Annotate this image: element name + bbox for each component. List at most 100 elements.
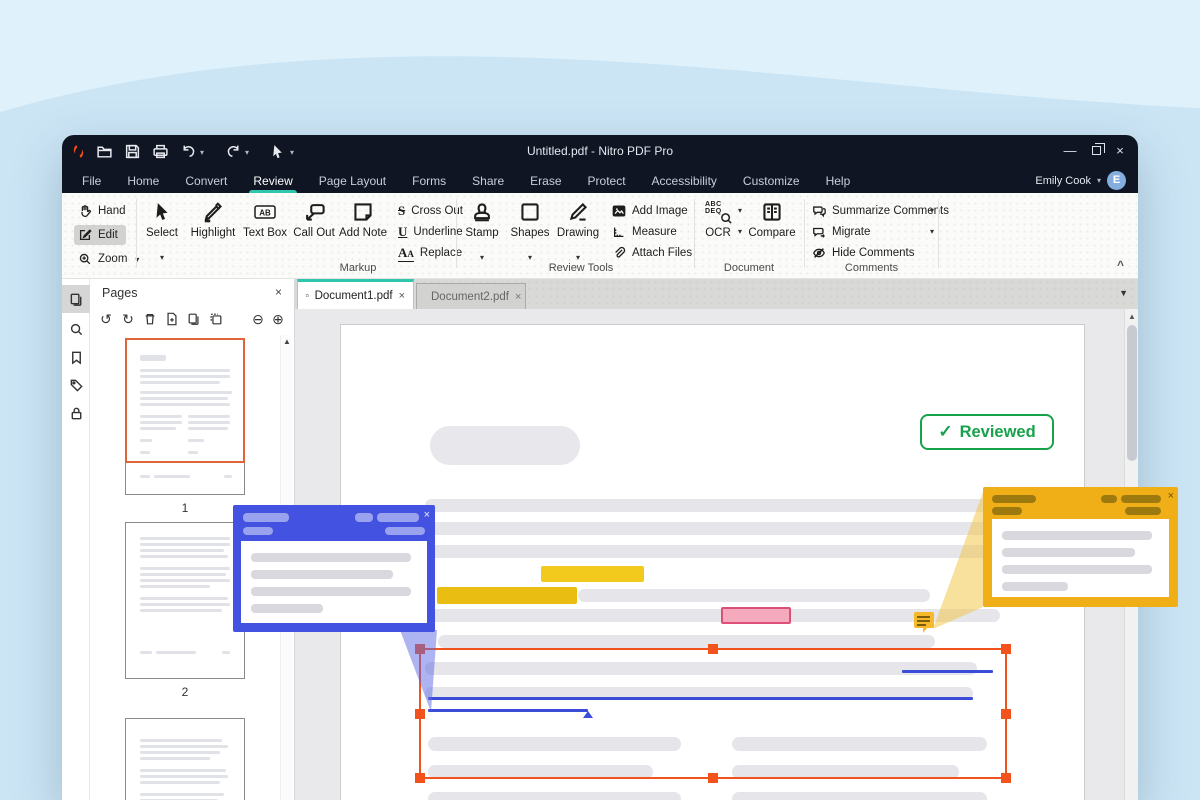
- page-thumbnail-2[interactable]: [125, 522, 245, 679]
- summarize-dropdown-caret[interactable]: ▾: [930, 206, 934, 215]
- highlight-annotation[interactable]: [437, 587, 577, 604]
- hand-tool-button[interactable]: Hand: [74, 201, 134, 221]
- drawing-dropdown-caret[interactable]: ▾: [550, 253, 606, 262]
- selection-handle-se[interactable]: [1001, 773, 1011, 783]
- selection-handle-n[interactable]: [708, 644, 718, 654]
- rotate-ccw-icon[interactable]: ↺: [98, 311, 114, 327]
- tab-document1-close-icon[interactable]: ×: [399, 290, 405, 302]
- popup-close-icon[interactable]: ×: [424, 509, 430, 521]
- menu-forms[interactable]: Forms: [412, 174, 446, 188]
- annotation-selection-box[interactable]: [419, 648, 1007, 779]
- pages-panel-close-icon[interactable]: ×: [275, 285, 282, 299]
- edit-tool-button[interactable]: Edit: [74, 225, 126, 245]
- scroll-up-arrow-icon[interactable]: ▲: [281, 337, 293, 346]
- ribbon-collapse-button[interactable]: ^: [1117, 258, 1124, 272]
- sticky-note-icon[interactable]: [913, 612, 935, 633]
- pages-panel-title: Pages: [102, 286, 137, 300]
- tab-document2-close-icon[interactable]: ×: [515, 291, 521, 303]
- hide-comments-button[interactable]: Hide Comments: [812, 245, 914, 261]
- migrate-dropdown-caret[interactable]: ▾: [930, 227, 934, 236]
- copy-page-icon[interactable]: [186, 311, 202, 327]
- menu-page-layout[interactable]: Page Layout: [319, 174, 386, 188]
- popup-body[interactable]: [241, 541, 427, 623]
- menu-share[interactable]: Share: [472, 174, 504, 188]
- tab-document2-label: Document2.pdf: [431, 291, 509, 303]
- security-panel-button[interactable]: [62, 399, 90, 427]
- replace-button[interactable]: AA Replace: [398, 245, 462, 261]
- hide-comments-label: Hide Comments: [832, 247, 914, 259]
- popup-text-placeholder: [251, 604, 323, 613]
- menu-convert[interactable]: Convert: [185, 174, 227, 188]
- ribbon-divider: [804, 199, 805, 268]
- thumb-line: [140, 769, 226, 772]
- comment-popup-blue[interactable]: ×: [233, 505, 435, 632]
- selection-handle-e[interactable]: [1001, 709, 1011, 719]
- page-thumbnail-3[interactable]: [125, 718, 245, 800]
- restore-button[interactable]: [1084, 141, 1108, 161]
- menu-erase[interactable]: Erase: [530, 174, 561, 188]
- close-button[interactable]: ×: [1108, 141, 1132, 161]
- minimize-button[interactable]: —: [1058, 141, 1082, 161]
- popup-close-icon[interactable]: ×: [1168, 490, 1174, 502]
- zoom-out-thumbnails-icon[interactable]: ⊖: [250, 311, 266, 327]
- measure-button[interactable]: Measure: [612, 224, 677, 240]
- avatar[interactable]: E: [1107, 171, 1126, 190]
- menu-review[interactable]: Review: [253, 174, 292, 188]
- user-dropdown-caret[interactable]: ▾: [1097, 176, 1101, 185]
- selection-handle-sw[interactable]: [415, 773, 425, 783]
- page-thumbnail-1[interactable]: [125, 338, 245, 495]
- selection-handle-s[interactable]: [708, 773, 718, 783]
- selection-handle-ne[interactable]: [1001, 644, 1011, 654]
- tags-panel-button[interactable]: [62, 371, 90, 399]
- select-dropdown-caret[interactable]: ▾: [134, 253, 190, 262]
- menu-accessibility[interactable]: Accessibility: [652, 174, 717, 188]
- menu-home[interactable]: Home: [127, 174, 159, 188]
- visible-area-indicator[interactable]: [125, 338, 245, 463]
- pages-panel-button[interactable]: [62, 285, 90, 313]
- call-out-button[interactable]: Call Out: [286, 201, 342, 239]
- bookmarks-panel-button[interactable]: [62, 343, 90, 371]
- duplicate-page-icon[interactable]: [208, 311, 224, 327]
- menu-help[interactable]: Help: [826, 174, 851, 188]
- popup-body[interactable]: [992, 519, 1169, 597]
- popup-text-placeholder: [1002, 565, 1152, 574]
- selection-handle-w[interactable]: [415, 709, 425, 719]
- summarize-comments-button[interactable]: Summarize Comments: [812, 203, 949, 219]
- scrollbar-thumb[interactable]: [1127, 325, 1137, 461]
- zoom-in-thumbnails-icon[interactable]: ⊕: [270, 311, 286, 327]
- menu-customize[interactable]: Customize: [743, 174, 800, 188]
- user-account[interactable]: Emily Cook ▾ E: [1035, 168, 1126, 193]
- tab-document2[interactable]: Document2.pdf ×: [416, 283, 526, 309]
- menu-file[interactable]: File: [82, 174, 101, 188]
- select-label: Select: [146, 227, 178, 239]
- attach-files-button[interactable]: Attach Files: [612, 245, 692, 261]
- selection-handle-nw[interactable]: [415, 644, 425, 654]
- reviewed-stamp[interactable]: ✓ Reviewed: [920, 414, 1054, 450]
- drawing-button[interactable]: Drawing: [550, 201, 606, 239]
- rotate-cw-icon[interactable]: ↻: [120, 311, 136, 327]
- delete-page-icon[interactable]: [142, 311, 158, 327]
- text-box-button[interactable]: AB Text Box: [237, 201, 293, 239]
- menu-protect[interactable]: Protect: [588, 174, 626, 188]
- thumb-line: [140, 585, 210, 588]
- insert-page-icon[interactable]: [164, 311, 180, 327]
- compare-button[interactable]: Compare: [744, 201, 800, 239]
- tab-document1[interactable]: Document1.pdf ×: [297, 279, 414, 309]
- thumb-line: [140, 757, 210, 760]
- migrate-button[interactable]: Migrate: [812, 224, 870, 240]
- select-button[interactable]: Select: [134, 201, 190, 239]
- scroll-up-arrow-icon[interactable]: ▲: [1125, 312, 1138, 321]
- add-image-button[interactable]: Add Image: [612, 203, 688, 219]
- comment-popup-yellow[interactable]: ×: [983, 487, 1178, 607]
- tab-list-dropdown-icon[interactable]: ▼: [1119, 288, 1128, 298]
- window-title: Untitled.pdf - Nitro PDF Pro: [62, 144, 1138, 158]
- highlight-button[interactable]: Highlight: [185, 201, 241, 239]
- edit-tool-label: Edit: [98, 229, 118, 241]
- popup-date-placeholder: [992, 507, 1022, 515]
- highlight-annotation[interactable]: [541, 566, 644, 582]
- underline-button[interactable]: U Underline: [398, 224, 463, 240]
- add-note-button[interactable]: Add Note: [335, 201, 391, 239]
- rectangle-annotation[interactable]: [721, 607, 791, 624]
- ocr-button[interactable]: ABC DEQ OCR: [690, 201, 746, 239]
- search-panel-button[interactable]: [62, 315, 90, 343]
